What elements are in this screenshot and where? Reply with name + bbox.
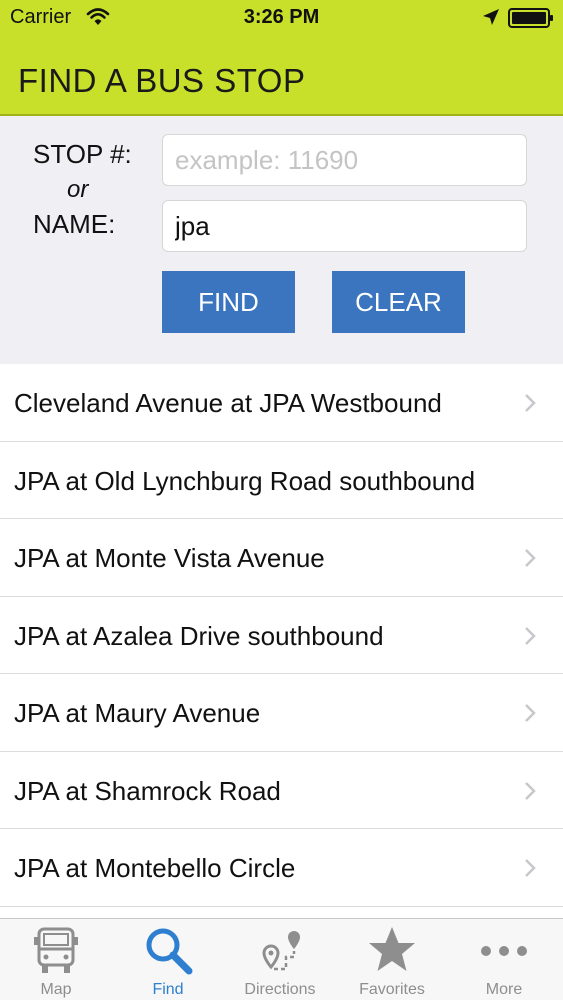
tab-directions[interactable]: Directions bbox=[224, 919, 336, 1000]
status-bar: Carrier 3:26 PM bbox=[0, 0, 563, 36]
page-title: FIND A BUS STOP bbox=[18, 62, 306, 99]
chevron-right-icon bbox=[525, 704, 536, 722]
chevron-right-icon bbox=[525, 781, 536, 800]
tab-label: Find bbox=[152, 981, 184, 998]
stop-name-label: NAME: bbox=[33, 209, 116, 239]
star-icon bbox=[369, 927, 415, 971]
app-header: Carrier 3:26 PM FIND A BUS STOP bbox=[0, 0, 563, 116]
bus-icon bbox=[34, 927, 78, 973]
chevron-right-icon bbox=[525, 394, 536, 412]
list-item-label: JPA at Azalea Drive southbound bbox=[14, 620, 384, 651]
tab-label: More bbox=[485, 981, 523, 998]
list-item-label: JPA at Monte Vista Avenue bbox=[14, 543, 325, 573]
stop-name-input[interactable] bbox=[162, 200, 527, 252]
route-icon bbox=[262, 931, 300, 971]
list-item[interactable]: JPA at Monte Vista Avenue bbox=[0, 519, 563, 597]
tab-favorites[interactable]: Favorites bbox=[336, 919, 448, 1000]
list-item[interactable]: Cleveland Avenue at JPA Westbound bbox=[0, 364, 563, 442]
list-item-label: JPA at Shamrock Road bbox=[14, 775, 281, 806]
chevron-right-icon bbox=[525, 549, 536, 567]
clock: 3:26 PM bbox=[243, 6, 320, 28]
chevron-right-icon bbox=[525, 626, 536, 645]
tab-find[interactable]: Find bbox=[112, 919, 224, 1000]
location-arrow-icon bbox=[483, 9, 499, 25]
or-label: or bbox=[67, 176, 89, 203]
stop-number-label: STOP #: bbox=[33, 139, 132, 169]
list-item[interactable]: JPA at Montebello Circle bbox=[0, 829, 563, 907]
magnifier-icon bbox=[146, 928, 193, 975]
tab-label: Favorites bbox=[359, 981, 425, 998]
more-dots-icon bbox=[481, 946, 527, 956]
battery-icon bbox=[508, 8, 553, 28]
tab-more[interactable]: More bbox=[448, 919, 560, 1000]
list-item-label: Cleveland Avenue at JPA Westbound bbox=[14, 388, 442, 418]
list-item-label: JPA at Old Lynchburg Road southbound bbox=[14, 465, 476, 496]
list-item[interactable]: JPA at Maury Avenue bbox=[0, 674, 563, 752]
list-item[interactable]: JPA at Azalea Drive southbound bbox=[0, 596, 563, 674]
list-item[interactable]: JPA at Shamrock Road bbox=[0, 751, 563, 829]
list-item-label: JPA at Montebello Circle bbox=[14, 853, 296, 883]
stop-number-input[interactable] bbox=[162, 134, 527, 186]
clear-button[interactable]: CLEAR bbox=[332, 271, 465, 333]
list-item-label: JPA at Maury Avenue bbox=[14, 698, 261, 728]
search-panel: STOP #: or NAME: FIND CLEAR bbox=[0, 116, 563, 364]
results-list: Cleveland Avenue at JPA Westbound JPA at… bbox=[0, 364, 563, 918]
chevron-right-icon bbox=[525, 859, 536, 877]
tab-label: Map bbox=[40, 981, 72, 998]
find-button[interactable]: FIND bbox=[162, 271, 295, 333]
list-item[interactable]: JPA at Old Lynchburg Road southbound bbox=[0, 441, 563, 519]
tab-map[interactable]: Map bbox=[0, 919, 112, 1000]
tab-label: Directions bbox=[244, 981, 316, 998]
tab-bar: Map Find Directions Favorites More bbox=[0, 918, 563, 1000]
